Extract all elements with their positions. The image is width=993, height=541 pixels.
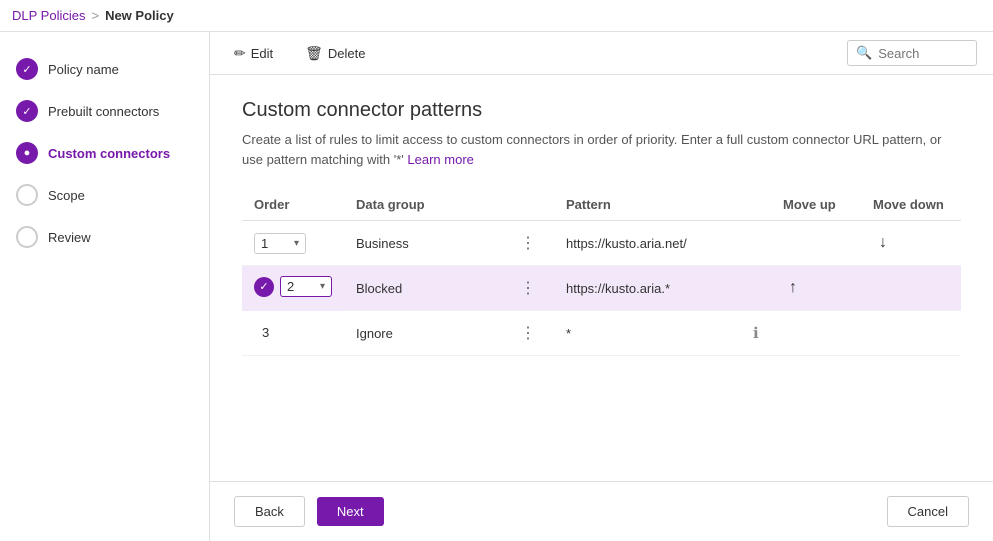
sidebar-label-custom: Custom connectors xyxy=(48,146,170,161)
learn-more-link[interactable]: Learn more xyxy=(407,152,473,167)
row1-data-group: Business xyxy=(344,221,504,266)
row2-ellipsis-cell: ⋮ xyxy=(504,266,554,311)
page-title: Custom connector patterns xyxy=(242,99,961,122)
page-content: Custom connector patterns Create a list … xyxy=(210,75,993,481)
breadcrumb-separator: > xyxy=(91,8,99,23)
row2-dropdown-chevron: ▾ xyxy=(320,281,325,292)
page-description: Create a list of rules to limit access t… xyxy=(242,130,961,169)
sidebar-item-policy-name[interactable]: ✓ Policy name xyxy=(0,48,209,90)
row1-dropdown-chevron: ▾ xyxy=(294,238,299,249)
row2-move-down-cell xyxy=(861,266,961,311)
row1-move-down-button[interactable]: ↓ xyxy=(873,232,893,254)
delete-label: Delete xyxy=(328,46,366,61)
row1-order-cell: 1 ▾ xyxy=(242,221,344,266)
breadcrumb-current: New Policy xyxy=(105,8,174,23)
col-move-up: Move up xyxy=(771,189,861,221)
row2-ellipsis-button[interactable]: ⋮ xyxy=(516,276,542,300)
toolbar: ✏ Edit 🗑 Delete 🔍 xyxy=(210,32,993,75)
row3-ellipsis-cell: ⋮ xyxy=(504,311,554,356)
row1-ellipsis-cell: ⋮ xyxy=(504,221,554,266)
col-order: Order xyxy=(242,189,344,221)
sidebar-label-review: Review xyxy=(48,230,91,245)
row1-order-dropdown[interactable]: 1 ▾ xyxy=(254,233,306,254)
row2-info-cell xyxy=(741,266,771,311)
table-row: ✓ 2 ▾ Blocked ⋮ https://kusto.aria.* xyxy=(242,266,961,311)
row1-info-cell xyxy=(741,221,771,266)
sidebar-label-prebuilt: Prebuilt connectors xyxy=(48,104,159,119)
delete-button[interactable]: 🗑 Delete xyxy=(297,41,373,66)
row3-move-up-cell xyxy=(771,311,861,356)
col-data-group: Data group xyxy=(344,189,504,221)
row3-pattern: * xyxy=(554,311,741,356)
row3-move-down-cell xyxy=(861,311,961,356)
breadcrumb: DLP Policies > New Policy xyxy=(0,0,993,32)
delete-icon: 🗑 xyxy=(305,45,323,62)
sidebar-label-policy-name: Policy name xyxy=(48,62,119,77)
search-icon: 🔍 xyxy=(856,45,872,61)
col-pattern: Pattern xyxy=(554,189,741,221)
sidebar-item-custom-connectors[interactable]: ● Custom connectors xyxy=(0,132,209,174)
step-icon-review xyxy=(16,226,38,248)
row2-move-up-cell: ↑ xyxy=(771,266,861,311)
step-icon-custom: ● xyxy=(16,142,38,164)
row3-order-cell: 3 xyxy=(242,311,344,356)
search-box: 🔍 xyxy=(847,40,977,66)
edit-label: Edit xyxy=(251,46,273,61)
row1-move-down-cell: ↓ xyxy=(861,221,961,266)
row3-ellipsis-button[interactable]: ⋮ xyxy=(516,321,542,345)
col-spacer xyxy=(741,189,771,221)
main-layout: ✓ Policy name ✓ Prebuilt connectors ● Cu… xyxy=(0,32,993,541)
search-input[interactable] xyxy=(878,46,968,61)
connector-table: Order Data group Pattern Move up Move do… xyxy=(242,189,961,356)
edit-icon: ✏ xyxy=(234,45,246,62)
bottom-bar: Back Next Cancel xyxy=(210,481,993,541)
sidebar-item-review[interactable]: Review xyxy=(0,216,209,258)
table-row: 1 ▾ Business ⋮ https://kusto.aria.net/ xyxy=(242,221,961,266)
row2-check-icon: ✓ xyxy=(254,277,274,297)
breadcrumb-link[interactable]: DLP Policies xyxy=(12,8,85,23)
next-button[interactable]: Next xyxy=(317,497,384,526)
col-actions xyxy=(504,189,554,221)
row2-order-cell: ✓ 2 ▾ xyxy=(242,266,344,308)
sidebar: ✓ Policy name ✓ Prebuilt connectors ● Cu… xyxy=(0,32,210,541)
step-icon-prebuilt: ✓ xyxy=(16,100,38,122)
row2-order-number: 2 xyxy=(287,279,294,294)
back-button[interactable]: Back xyxy=(234,496,305,527)
content-area: ✏ Edit 🗑 Delete 🔍 Custom connector patte… xyxy=(210,32,993,541)
step-icon-policy-name: ✓ xyxy=(16,58,38,80)
sidebar-item-scope[interactable]: Scope xyxy=(0,174,209,216)
row3-data-group: Ignore xyxy=(344,311,504,356)
row2-data-group: Blocked xyxy=(344,266,504,311)
table-row: 3 Ignore ⋮ * ℹ xyxy=(242,311,961,356)
row1-ellipsis-button[interactable]: ⋮ xyxy=(516,231,542,255)
row3-order-number: 3 xyxy=(254,325,269,340)
step-icon-scope xyxy=(16,184,38,206)
sidebar-item-prebuilt-connectors[interactable]: ✓ Prebuilt connectors xyxy=(0,90,209,132)
info-icon: ℹ xyxy=(753,325,759,342)
sidebar-label-scope: Scope xyxy=(48,188,85,203)
row1-order-number: 1 xyxy=(261,236,268,251)
row1-move-up-cell xyxy=(771,221,861,266)
cancel-button[interactable]: Cancel xyxy=(887,496,969,527)
row2-move-up-button[interactable]: ↑ xyxy=(783,277,803,299)
row3-info-cell: ℹ xyxy=(741,311,771,356)
col-move-down: Move down xyxy=(861,189,961,221)
row2-pattern: https://kusto.aria.* xyxy=(554,266,741,311)
edit-button[interactable]: ✏ Edit xyxy=(226,41,281,66)
row1-pattern: https://kusto.aria.net/ xyxy=(554,221,741,266)
row2-order-dropdown[interactable]: 2 ▾ xyxy=(280,276,332,297)
